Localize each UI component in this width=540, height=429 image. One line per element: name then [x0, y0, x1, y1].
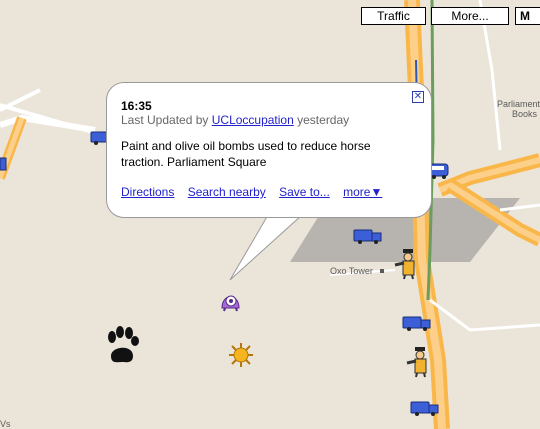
van-icon[interactable] [410, 400, 440, 418]
map-canvas[interactable]: Traffic More... M Parliament Books Oxo T… [0, 0, 540, 429]
user-link[interactable]: UCLoccupation [212, 113, 294, 127]
sun-icon[interactable] [228, 342, 254, 368]
info-window[interactable]: ✕ 16:35 Last Updated by UCLoccupation ye… [106, 82, 432, 218]
more-layers-button[interactable]: More... [431, 7, 509, 25]
bubble-tail [229, 214, 303, 281]
van-icon[interactable] [0, 155, 8, 175]
van-icon[interactable] [353, 228, 383, 246]
oxo-tower-label: Oxo Tower [330, 266, 373, 276]
books-label: Books [512, 109, 538, 119]
paw-print-icon[interactable] [103, 326, 141, 368]
purple-alien-icon[interactable] [219, 288, 243, 312]
close-icon[interactable]: ✕ [412, 91, 424, 103]
corner-label: Vs [0, 419, 11, 429]
oxo-tower-dot [380, 269, 384, 273]
van-icon[interactable] [402, 315, 432, 333]
traffic-button[interactable]: Traffic [361, 7, 426, 25]
parliament-label: Parliament [497, 99, 540, 109]
info-window-links: Directions Search nearby Save to... more… [121, 185, 392, 199]
more-link[interactable]: more▼ [343, 185, 382, 199]
last-updated-line: Last Updated by UCLoccupation yesterday [121, 113, 417, 127]
last-updated-suffix: yesterday [293, 113, 350, 127]
map-type-button[interactable]: M [515, 7, 540, 25]
police-officer-icon[interactable] [392, 248, 420, 280]
police-officer-icon[interactable] [404, 346, 432, 378]
search-nearby-link[interactable]: Search nearby [188, 185, 266, 199]
last-updated-prefix: Last Updated by [121, 113, 212, 127]
save-to-link[interactable]: Save to... [279, 185, 330, 199]
info-window-description: Paint and olive oil bombs used to reduce… [121, 139, 371, 169]
directions-link[interactable]: Directions [121, 185, 174, 199]
info-window-time: 16:35 [121, 99, 152, 113]
